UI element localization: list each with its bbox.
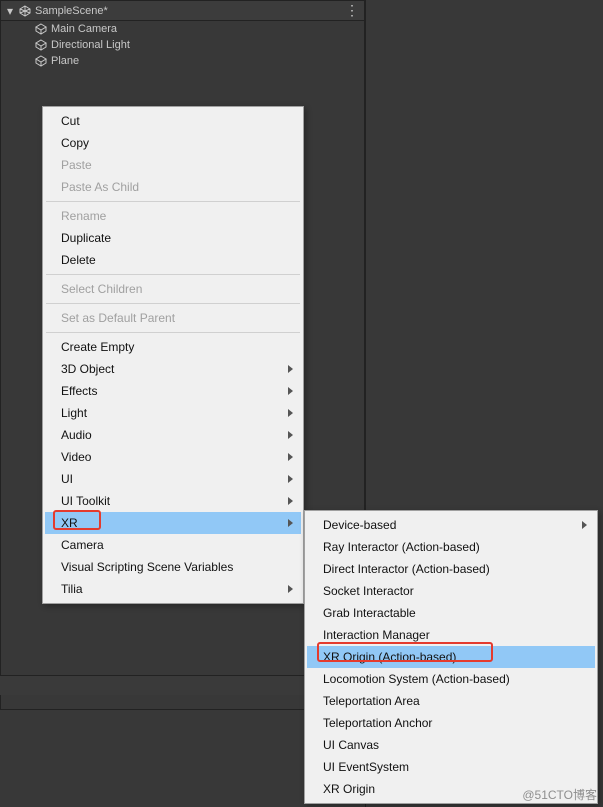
menu-item[interactable]: Interaction Manager: [307, 624, 595, 646]
menu-separator: [46, 201, 300, 202]
menu-item[interactable]: UI Canvas: [307, 734, 595, 756]
menu-item-label: Teleportation Anchor: [323, 716, 432, 730]
menu-item-label: Tilia: [61, 582, 83, 596]
menu-item-label: Camera: [61, 538, 104, 552]
menu-item-label: Select Children: [61, 282, 142, 296]
hierarchy-header[interactable]: ▾ SampleScene* ⋮: [1, 1, 364, 21]
hierarchy-item[interactable]: Directional Light: [1, 37, 364, 53]
menu-item[interactable]: Locomotion System (Action-based): [307, 668, 595, 690]
kebab-menu-icon[interactable]: ⋮: [345, 2, 360, 19]
menu-item[interactable]: XR: [45, 512, 301, 534]
gameobject-cube-icon: [35, 55, 47, 67]
menu-item-label: UI Canvas: [323, 738, 379, 752]
scene-title[interactable]: SampleScene*: [35, 5, 345, 17]
menu-item[interactable]: Camera: [45, 534, 301, 556]
menu-item-label: XR Origin (Action-based): [323, 650, 456, 664]
menu-item[interactable]: Teleportation Area: [307, 690, 595, 712]
menu-item-label: UI Toolkit: [61, 494, 110, 508]
gameobject-cube-icon: [35, 39, 47, 51]
menu-item[interactable]: Video: [45, 446, 301, 468]
menu-item-label: Ray Interactor (Action-based): [323, 540, 480, 554]
menu-separator: [46, 274, 300, 275]
menu-item[interactable]: XR Origin (Action-based): [307, 646, 595, 668]
menu-item-label: Duplicate: [61, 231, 111, 245]
menu-item[interactable]: Effects: [45, 380, 301, 402]
menu-item: Paste: [45, 154, 301, 176]
menu-item-label: Locomotion System (Action-based): [323, 672, 510, 686]
menu-item-label: Audio: [61, 428, 92, 442]
menu-item[interactable]: Tilia: [45, 578, 301, 600]
menu-item: Set as Default Parent: [45, 307, 301, 329]
context-menu-hierarchy[interactable]: Cut Copy Paste Paste As Child Rename Duplicat…: [42, 106, 304, 604]
menu-item[interactable]: UI EventSystem: [307, 756, 595, 778]
menu-item[interactable]: Visual Scripting Scene Variables: [45, 556, 301, 578]
menu-item-label: Video: [61, 450, 91, 464]
menu-item[interactable]: Teleportation Anchor: [307, 712, 595, 734]
menu-item-label: UI: [61, 472, 73, 486]
foldout-icon[interactable]: ▾: [5, 4, 15, 18]
menu-item-label: UI EventSystem: [323, 760, 409, 774]
menu-item[interactable]: Copy: [45, 132, 301, 154]
menu-item-label: Visual Scripting Scene Variables: [61, 560, 233, 574]
menu-item[interactable]: Light: [45, 402, 301, 424]
menu-item-label: XR Origin: [323, 782, 375, 796]
hierarchy-item-label: Main Camera: [51, 23, 117, 35]
menu-item[interactable]: 3D Object: [45, 358, 301, 380]
menu-item: Rename: [45, 205, 301, 227]
hierarchy-item[interactable]: Plane: [1, 53, 364, 69]
menu-item-label: Socket Interactor: [323, 584, 414, 598]
menu-item-label: Create Empty: [61, 340, 134, 354]
menu-item[interactable]: Create Empty: [45, 336, 301, 358]
unity-logo-icon: [19, 5, 31, 17]
menu-item-label: 3D Object: [61, 362, 114, 376]
hierarchy-item[interactable]: Main Camera: [1, 21, 364, 37]
menu-item-label: Set as Default Parent: [61, 311, 175, 325]
menu-item-label: Effects: [61, 384, 97, 398]
context-submenu-xr[interactable]: Device-based Ray Interactor (Action-based…: [304, 510, 598, 804]
gameobject-cube-icon: [35, 23, 47, 35]
menu-item-label: Cut: [61, 114, 80, 128]
menu-item[interactable]: Direct Interactor (Action-based): [307, 558, 595, 580]
menu-item[interactable]: UI: [45, 468, 301, 490]
menu-item[interactable]: Socket Interactor: [307, 580, 595, 602]
menu-item-label: Teleportation Area: [323, 694, 420, 708]
hierarchy-item-label: Plane: [51, 55, 79, 67]
menu-separator: [46, 332, 300, 333]
menu-item-label: Paste: [61, 158, 92, 172]
hierarchy-list: Main Camera Directional Light Plane: [1, 21, 364, 69]
menu-item[interactable]: Grab Interactable: [307, 602, 595, 624]
menu-item[interactable]: Cut: [45, 110, 301, 132]
menu-separator: [46, 303, 300, 304]
menu-item-label: Light: [61, 406, 87, 420]
menu-item-label: Interaction Manager: [323, 628, 430, 642]
menu-item-label: XR: [61, 516, 78, 530]
menu-item[interactable]: Device-based: [307, 514, 595, 536]
menu-item: Select Children: [45, 278, 301, 300]
menu-item[interactable]: Delete: [45, 249, 301, 271]
menu-item-label: Copy: [61, 136, 89, 150]
menu-item-label: Device-based: [323, 518, 396, 532]
menu-item[interactable]: Ray Interactor (Action-based): [307, 536, 595, 558]
menu-item[interactable]: Audio: [45, 424, 301, 446]
menu-item-label: Rename: [61, 209, 106, 223]
menu-item[interactable]: Duplicate: [45, 227, 301, 249]
menu-item-label: Paste As Child: [61, 180, 139, 194]
hierarchy-item-label: Directional Light: [51, 39, 130, 51]
watermark: @51CTO博客: [522, 786, 597, 803]
menu-item-label: Direct Interactor (Action-based): [323, 562, 490, 576]
menu-item: Paste As Child: [45, 176, 301, 198]
menu-item-label: Delete: [61, 253, 96, 267]
menu-item[interactable]: UI Toolkit: [45, 490, 301, 512]
menu-item-label: Grab Interactable: [323, 606, 416, 620]
